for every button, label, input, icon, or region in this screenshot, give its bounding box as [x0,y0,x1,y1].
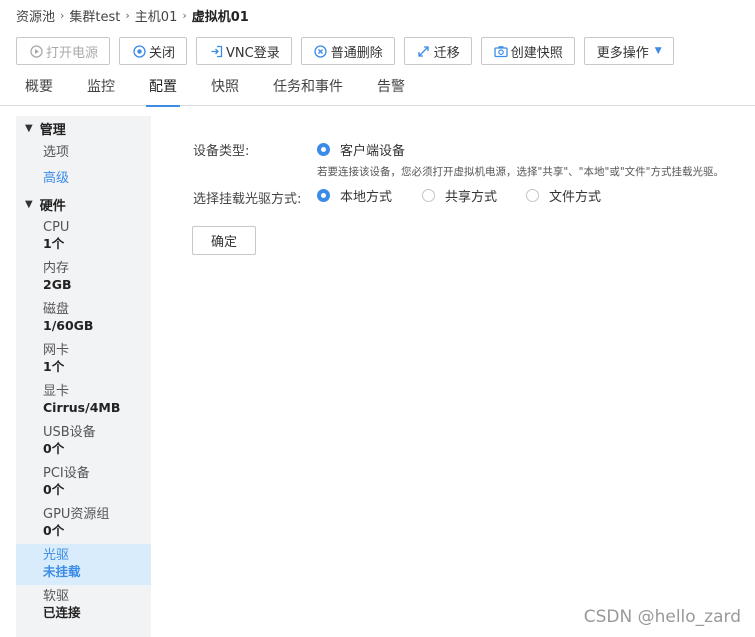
confirm-button[interactable]: 确定 [192,226,256,255]
radio-label: 共享方式 [445,190,498,205]
sidebar-item-pci[interactable]: PCI设备 0个 [16,462,151,503]
power-on-button[interactable]: 打开电源 [16,37,111,65]
breadcrumb: 资源池 › 集群test › 主机01 › 虚拟机01 [16,6,249,25]
mount-method-label: 选择挂载光驱方式: [193,192,302,207]
tab-monitor[interactable]: 监控 [78,70,124,106]
sidebar-item-cdrom[interactable]: 光驱 未挂载 [16,544,151,585]
chevron-right-icon: › [125,8,130,22]
sidebar-item-value: 2GB [43,277,72,292]
breadcrumb-item-cluster[interactable]: 集群test [69,6,120,25]
migrate-label: 迁移 [433,45,460,61]
breadcrumb-item-vm: 虚拟机01 [191,9,249,25]
sidebar-item-floppy[interactable]: 软驱 已连接 [16,585,151,626]
radio-dot-icon [317,189,330,202]
migrate-button[interactable]: 迁移 [403,37,472,65]
radio-dot-icon [317,143,330,156]
radio-label: 客户端设备 [340,144,406,159]
create-snapshot-button[interactable]: 创建快照 [480,37,575,65]
sidebar-item-value: 已连接 [43,605,81,620]
sidebar-item-memory[interactable]: 内存 2GB [16,257,151,298]
delete-circle-icon [314,44,328,58]
sidebar-item-value: Cirrus/4MB [43,400,121,415]
device-hint-text: 若要连接该设备，您必须打开虚拟机电源，选择"共享"、"本地"或"文件"方式挂载光… [317,166,724,178]
sidebar-item-usb[interactable]: USB设备 0个 [16,421,151,462]
chevron-right-icon: › [60,8,65,22]
expand-arrows-icon [417,44,431,58]
radio-shared-mode[interactable]: 共享方式 [422,186,497,205]
cdrom-config-panel: 设备类型: 客户端设备 若要连接该设备，您必须打开虚拟机电源，选择"共享"、"本… [160,116,755,637]
shutdown-button[interactable]: 关闭 [119,37,188,65]
radio-local-mode[interactable]: 本地方式 [317,186,392,205]
device-type-label: 设备类型: [193,144,250,159]
tab-tasks-events[interactable]: 任务和事件 [264,70,352,106]
radio-label: 文件方式 [549,190,602,205]
sidebar-item-value: 1/60GB [43,318,94,333]
play-icon [29,44,43,58]
sidebar-item-label: 内存 [43,261,70,276]
config-sidebar: ▼ 管理 选项 高级 ▼ 硬件 CPU 1个 内存 2GB 磁盘 1/60GB … [16,116,151,637]
tab-overview[interactable]: 概要 [16,70,62,106]
sidebar-group-manage[interactable]: ▼ 管理 [16,116,151,140]
power-on-label: 打开电源 [46,45,99,61]
caret-down-icon: ▼ [25,198,33,210]
sidebar-item-value: 0个 [43,441,65,456]
chevron-right-icon: › [182,8,187,22]
sidebar-item-nic[interactable]: 网卡 1个 [16,339,151,380]
radio-client-device[interactable]: 客户端设备 [317,140,405,159]
sidebar-item-label: 软驱 [43,589,70,604]
radio-label: 本地方式 [340,190,393,205]
sidebar-item-options[interactable]: 选项 [16,140,151,166]
camera-icon [494,44,508,58]
vnc-login-label: VNC登录 [226,45,280,61]
sidebar-item-label: 光驱 [43,548,70,563]
sidebar-item-label: 网卡 [43,343,70,358]
watermark: CSDN @hello_zard [583,607,741,627]
sidebar-item-value: 0个 [43,482,65,497]
delete-button[interactable]: 普通删除 [300,37,395,65]
breadcrumb-item-pool[interactable]: 资源池 [16,6,55,25]
sidebar-item-label: 显卡 [43,384,70,399]
sidebar-item-label: GPU资源组 [43,507,110,522]
tab-config[interactable]: 配置 [140,70,186,107]
create-snapshot-label: 创建快照 [510,45,563,61]
sidebar-item-advanced[interactable]: 高级 [16,166,151,192]
sidebar-item-value: 0个 [43,523,65,538]
sidebar-item-label: USB设备 [43,425,96,440]
toolbar: 打开电源 关闭 VNC登录 普通删除 迁移 创建快照 更多操作 ▼ [16,37,683,65]
sidebar-group-hardware[interactable]: ▼ 硬件 [16,192,151,216]
tab-alarms[interactable]: 告警 [368,70,414,106]
sidebar-item-display[interactable]: 显卡 Cirrus/4MB [16,380,151,421]
sidebar-item-disk[interactable]: 磁盘 1/60GB [16,298,151,339]
sidebar-item-value: 1个 [43,359,65,374]
sidebar-group-label: 管理 [39,122,66,138]
delete-label: 普通删除 [330,45,383,61]
sidebar-item-cpu[interactable]: CPU 1个 [16,216,151,257]
login-icon [209,44,223,58]
sidebar-item-value: 1个 [43,236,65,251]
breadcrumb-item-host[interactable]: 主机01 [135,6,178,25]
caret-down-icon: ▼ [654,46,662,56]
sidebar-item-label: CPU [43,220,70,235]
caret-down-icon: ▼ [25,122,33,134]
sidebar-item-gpu-group[interactable]: GPU资源组 0个 [16,503,151,544]
more-actions-label: 更多操作 [596,45,649,61]
vnc-login-button[interactable]: VNC登录 [196,37,292,65]
shutdown-label: 关闭 [149,45,176,61]
sidebar-item-label: 磁盘 [43,302,70,317]
sidebar-group-label: 硬件 [39,198,66,214]
sidebar-item-label: PCI设备 [43,466,90,481]
stop-icon [132,44,146,58]
radio-file-mode[interactable]: 文件方式 [526,186,601,205]
more-actions-dropdown[interactable]: 更多操作 ▼ [583,37,674,65]
tab-snapshot[interactable]: 快照 [202,70,248,106]
tab-bar: 概要 监控 配置 快照 任务和事件 告警 [0,70,755,107]
radio-dot-icon [526,189,539,202]
sidebar-item-value: 未挂载 [43,564,81,579]
radio-dot-icon [422,189,435,202]
